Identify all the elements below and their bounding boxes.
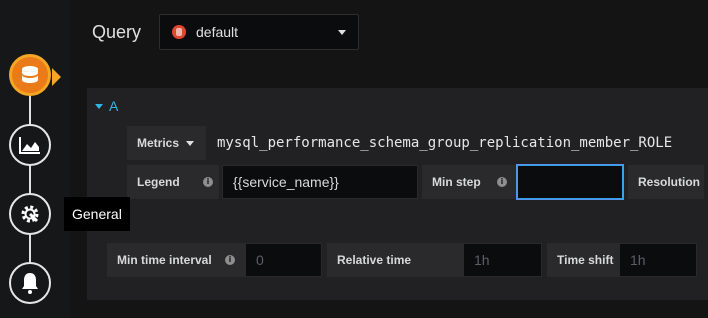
active-tab-pointer: [52, 68, 61, 86]
relative-time-label: Relative time: [327, 243, 463, 277]
legend-input[interactable]: {{service_name}}: [222, 165, 418, 199]
resolution-label-text: Resolution: [638, 175, 700, 189]
database-icon: [22, 66, 38, 83]
time-shift-placeholder: 1h: [630, 252, 646, 268]
min-interval-placeholder: 0: [256, 252, 264, 268]
min-step-input[interactable]: [516, 164, 624, 200]
query-row-toggle[interactable]: A: [95, 98, 118, 114]
info-icon[interactable]: i: [225, 255, 235, 265]
general-tab-button[interactable]: [9, 193, 51, 235]
query-title: Query: [92, 22, 142, 42]
datasource-select[interactable]: default: [159, 14, 359, 50]
metrics-dropdown[interactable]: Metrics: [127, 126, 206, 160]
info-icon[interactable]: i: [497, 177, 507, 187]
legend-value: {{service_name}}: [233, 174, 339, 190]
min-interval-input[interactable]: 0: [245, 243, 322, 277]
time-shift-input[interactable]: 1h: [619, 243, 697, 277]
time-shift-label-text: Time shift: [557, 253, 614, 267]
sidebar-connector: [29, 78, 31, 278]
time-shift-label: Time shift: [547, 243, 619, 277]
min-step-label-text: Min step: [432, 175, 481, 189]
query-header: Query default: [70, 0, 708, 62]
info-icon[interactable]: i: [203, 177, 213, 187]
editor-sidebar: [0, 0, 62, 318]
tooltip: General: [64, 197, 130, 231]
resolution-label: Resolution: [628, 165, 704, 199]
relative-time-placeholder: 1h: [474, 252, 490, 268]
relative-time-input[interactable]: 1h: [463, 243, 542, 277]
datasource-value: default: [196, 24, 239, 40]
chevron-down-icon: [338, 30, 346, 35]
queries-tab-button[interactable]: [9, 54, 51, 96]
query-ref-label: A: [109, 98, 119, 114]
metrics-label: Metrics: [137, 136, 180, 150]
chevron-down-icon: [186, 141, 194, 146]
min-interval-label-text: Min time interval: [117, 253, 212, 267]
area-chart-icon: [19, 137, 40, 154]
caret-down-icon: [95, 103, 103, 109]
visualization-tab-button[interactable]: [9, 124, 51, 166]
metrics-query-text: mysql_performance_schema_group_replicati…: [217, 135, 673, 151]
datasource-icon: [172, 25, 186, 39]
bell-icon: [22, 273, 38, 294]
gear-wrench-icon: [21, 205, 39, 223]
alert-tab-button[interactable]: [9, 262, 51, 304]
relative-time-label-text: Relative time: [337, 253, 412, 267]
legend-label-text: Legend: [137, 175, 180, 189]
metrics-query-input[interactable]: mysql_performance_schema_group_replicati…: [206, 126, 708, 160]
